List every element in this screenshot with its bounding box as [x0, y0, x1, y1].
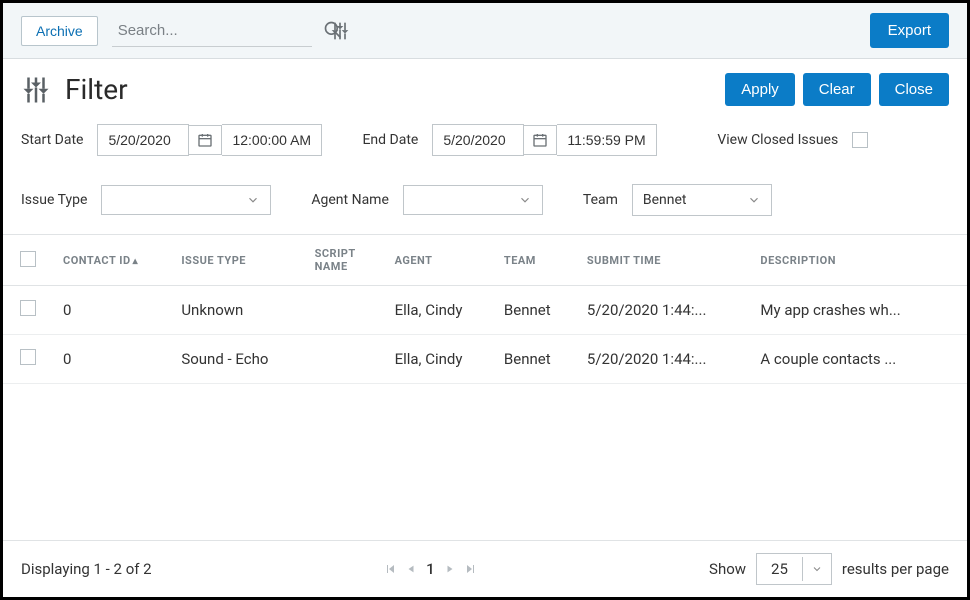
view-closed-label: View Closed Issues: [717, 132, 838, 148]
current-page: 1: [426, 560, 435, 578]
start-date-label: Start Date: [21, 132, 83, 148]
apply-button[interactable]: Apply: [725, 73, 795, 106]
cell-script-name: [305, 335, 385, 384]
displaying-text: Displaying 1 - 2 of 2: [21, 560, 152, 578]
chevron-down-icon[interactable]: [802, 557, 831, 581]
col-agent[interactable]: AGENT: [385, 235, 494, 286]
table-row[interactable]: 0 Sound - Echo Ella, Cindy Bennet 5/20/2…: [3, 335, 967, 384]
col-team[interactable]: TEAM: [494, 235, 577, 286]
col-description[interactable]: DESCRIPTION: [750, 235, 937, 286]
search-field[interactable]: [112, 14, 312, 47]
results-per-page-label: results per page: [842, 560, 949, 578]
filter-dates-row: Start Date End Date View Closed Issues: [3, 114, 967, 166]
filter-selects-row: Issue Type Agent Name Team Bennet: [3, 166, 967, 234]
start-date-calendar-icon[interactable]: [189, 125, 222, 155]
col-script-name[interactable]: SCRIPT NAME: [305, 235, 385, 286]
col-submit-time[interactable]: SUBMIT TIME: [577, 235, 751, 286]
cell-agent: Ella, Cindy: [385, 335, 494, 384]
team-label: Team: [583, 192, 618, 208]
last-page-icon[interactable]: [465, 563, 477, 575]
end-date-calendar-icon[interactable]: [524, 125, 557, 155]
row-checkbox[interactable]: [20, 300, 36, 316]
archive-button[interactable]: Archive: [21, 16, 98, 46]
cell-team: Bennet: [494, 286, 577, 335]
agent-name-select[interactable]: [403, 185, 543, 215]
table-row[interactable]: 0 Unknown Ella, Cindy Bennet 5/20/2020 1…: [3, 286, 967, 335]
cell-description: A couple contacts ...: [750, 335, 937, 384]
cell-script-name: [305, 286, 385, 335]
page-size-value: 25: [757, 554, 802, 584]
chevron-down-icon: [518, 193, 532, 207]
end-date-input[interactable]: [432, 124, 524, 156]
cell-submit-time: 5/20/2020 1:44:...: [577, 335, 751, 384]
table-header-row: CONTACT ID▴ ISSUE TYPE SCRIPT NAME AGENT…: [3, 235, 967, 286]
issue-type-label: Issue Type: [21, 192, 87, 208]
row-checkbox[interactable]: [20, 349, 36, 365]
pager: 1: [384, 560, 477, 578]
cell-issue-type: Unknown: [171, 286, 304, 335]
first-page-icon[interactable]: [384, 563, 396, 575]
cell-agent: Ella, Cindy: [385, 286, 494, 335]
cell-contact-id: 0: [53, 286, 171, 335]
page-size-select[interactable]: 25: [756, 553, 832, 585]
end-date-label: End Date: [362, 132, 418, 148]
export-button[interactable]: Export: [870, 13, 949, 48]
close-button[interactable]: Close: [879, 73, 949, 106]
clear-button[interactable]: Clear: [803, 73, 871, 106]
page-title: Filter: [65, 73, 128, 106]
chevron-down-icon: [246, 193, 260, 207]
team-value: Bennet: [643, 192, 747, 208]
col-contact-id[interactable]: CONTACT ID▴: [53, 235, 171, 286]
show-label: Show: [709, 560, 746, 578]
chevron-down-icon: [747, 193, 761, 207]
sort-asc-icon: ▴: [133, 256, 139, 267]
results-table: CONTACT ID▴ ISSUE TYPE SCRIPT NAME AGENT…: [3, 234, 967, 540]
cell-description: My app crashes wh...: [750, 286, 937, 335]
start-date-input[interactable]: [97, 124, 189, 156]
issue-type-select[interactable]: [101, 185, 271, 215]
cell-contact-id: 0: [53, 335, 171, 384]
topbar: Archive Export: [3, 3, 967, 59]
view-closed-checkbox[interactable]: [852, 132, 868, 148]
cell-issue-type: Sound - Echo: [171, 335, 304, 384]
filter-toggle-icon[interactable]: [326, 17, 354, 45]
start-time-input[interactable]: [222, 124, 322, 156]
footer: Displaying 1 - 2 of 2 1 Show 25: [3, 540, 967, 597]
cell-team: Bennet: [494, 335, 577, 384]
prev-page-icon[interactable]: [406, 564, 416, 574]
team-select[interactable]: Bennet: [632, 184, 772, 216]
filter-icon: [21, 75, 51, 105]
search-input[interactable]: [116, 18, 319, 43]
col-issue-type[interactable]: ISSUE TYPE: [171, 235, 304, 286]
agent-name-label: Agent Name: [311, 192, 389, 208]
end-time-input[interactable]: [557, 124, 657, 156]
next-page-icon[interactable]: [445, 564, 455, 574]
cell-submit-time: 5/20/2020 1:44:...: [577, 286, 751, 335]
filter-header: Filter Apply Clear Close: [3, 59, 967, 114]
select-all-checkbox[interactable]: [20, 251, 36, 267]
